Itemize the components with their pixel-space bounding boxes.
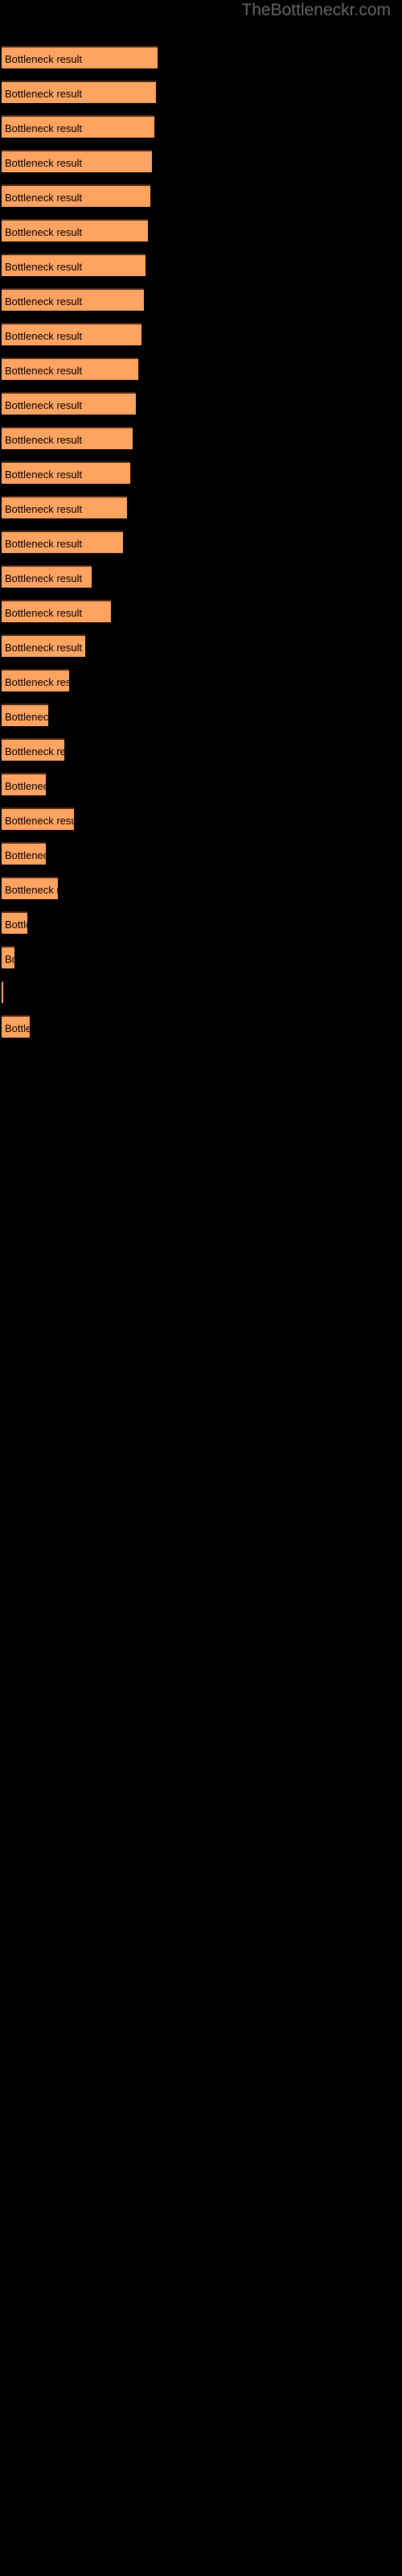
bar-row: Bottleneck result: [2, 530, 123, 553]
bar-label: Bottleneck result: [5, 572, 83, 584]
bar-row: Bottleneck result: [2, 773, 46, 795]
bar-row: Bottleneck result: [2, 807, 74, 830]
bar-label: Bottleneck result: [5, 676, 69, 688]
chart-bar[interactable]: Bottleneck result: [2, 150, 152, 172]
bar-label: Bottleneck result: [5, 884, 58, 896]
bar-row: Bottleneck result: [2, 911, 27, 934]
bar-row: Bottleneck result: [2, 150, 152, 172]
chart-bar[interactable]: Bottleneck result: [2, 323, 142, 345]
chart-bar[interactable]: Bottleneck result: [2, 254, 146, 276]
bar-row: Bottleneck result: [2, 1015, 30, 1038]
bottleneck-bar-chart: Bottleneck result Bottleneck result Bottle…: [0, 0, 402, 2576]
bar-label: Bottleneck result: [5, 1022, 30, 1034]
bar-label: Bottleneck result: [5, 919, 27, 931]
bar-label: Bottleneck result: [5, 711, 48, 723]
chart-bar[interactable]: Bottleneck result: [2, 842, 46, 865]
chart-bar[interactable]: Bottleneck result: [2, 46, 158, 68]
bar-row: Bottleneck result: [2, 288, 144, 311]
bar-row: Bottleneck result: [2, 496, 127, 518]
bar-row: Bottleneck result: [2, 392, 136, 415]
bar-label: Bottleneck result: [5, 122, 83, 134]
chart-bar[interactable]: Bottleneck result: [2, 530, 123, 553]
chart-bar[interactable]: Bottleneck result: [2, 600, 111, 622]
bar-row: Bottleneck result: [2, 357, 138, 380]
bar-row: Bottleneck result: [2, 980, 3, 1003]
bar-row: Bottleneck result: [2, 738, 64, 761]
bar-label: Bottleneck result: [5, 849, 46, 861]
bar-label: Bottleneck result: [5, 642, 83, 654]
bar-label: Bottleneck result: [5, 226, 83, 238]
bar-label: Bottleneck result: [5, 261, 83, 273]
bar-row: Bottleneck result: [2, 842, 46, 865]
chart-bar[interactable]: Bottleneck result: [2, 392, 136, 415]
bar-row: Bottleneck result: [2, 115, 154, 138]
bar-label: Bottleneck result: [5, 295, 83, 308]
chart-bar[interactable]: Bottleneck result: [2, 807, 74, 830]
bar-row: Bottleneck result: [2, 184, 150, 207]
bar-row: Bottleneck result: [2, 877, 58, 899]
chart-bar[interactable]: Bottleneck result: [2, 115, 154, 138]
chart-bar[interactable]: Bottleneck result: [2, 565, 92, 588]
bar-label: Bottleneck result: [5, 330, 83, 342]
chart-bar[interactable]: Bottleneck result: [2, 704, 48, 726]
bar-row: Bottleneck result: [2, 80, 156, 103]
bar-row: Bottleneck result: [2, 669, 69, 691]
chart-bar[interactable]: Bottleneck result: [2, 1015, 30, 1038]
chart-bar[interactable]: Bottleneck result: [2, 738, 64, 761]
chart-bar[interactable]: Bottleneck result: [2, 357, 138, 380]
bar-label: Bottleneck result: [5, 607, 83, 619]
chart-bar[interactable]: Bottleneck result: [2, 634, 85, 657]
chart-bar[interactable]: Bottleneck result: [2, 288, 144, 311]
chart-bar[interactable]: Bottleneck result: [2, 669, 69, 691]
chart-bar[interactable]: Bottleneck result: [2, 911, 27, 934]
bar-label: Bottleneck result: [5, 434, 83, 446]
bar-row: Bottleneck result: [2, 254, 146, 276]
bar-label: Bottleneck result: [5, 399, 83, 411]
chart-bar[interactable]: Bottleneck result: [2, 80, 156, 103]
bar-label: Bottleneck result: [5, 53, 83, 65]
bar-row: Bottleneck result: [2, 946, 14, 968]
bar-row: Bottleneck result: [2, 704, 48, 726]
bar-label: Bottleneck result: [5, 503, 83, 515]
bar-label: Bottleneck result: [5, 88, 83, 100]
chart-bar[interactable]: Bottleneck result: [2, 219, 148, 242]
chart-bar[interactable]: Bottleneck result: [2, 773, 46, 795]
bar-row: Bottleneck result: [2, 461, 130, 484]
chart-bar[interactable]: Bottleneck result: [2, 946, 14, 968]
bar-row: Bottleneck result: [2, 46, 158, 68]
bar-row: Bottleneck result: [2, 565, 92, 588]
bar-label: Bottleneck result: [5, 780, 46, 792]
bar-label: Bottleneck result: [5, 815, 74, 827]
chart-bar[interactable]: Bottleneck result: [2, 980, 3, 1003]
bar-row: Bottleneck result: [2, 427, 133, 449]
chart-bar[interactable]: Bottleneck result: [2, 461, 130, 484]
bar-label: Bottleneck result: [5, 953, 14, 965]
bar-label: Bottleneck result: [5, 469, 83, 481]
bar-label: Bottleneck result: [5, 538, 83, 550]
bar-label: Bottleneck result: [5, 192, 83, 204]
bar-label: Bottleneck result: [5, 157, 83, 169]
bar-row: Bottleneck result: [2, 219, 148, 242]
chart-bar[interactable]: Bottleneck result: [2, 427, 133, 449]
chart-bar[interactable]: Bottleneck result: [2, 877, 58, 899]
bar-row: Bottleneck result: [2, 323, 142, 345]
chart-bar[interactable]: Bottleneck result: [2, 184, 150, 207]
bar-label: Bottleneck result: [5, 365, 83, 377]
bar-row: Bottleneck result: [2, 600, 111, 622]
chart-bar[interactable]: Bottleneck result: [2, 496, 127, 518]
bar-row: Bottleneck result: [2, 634, 85, 657]
bar-label: Bottleneck result: [5, 745, 64, 758]
